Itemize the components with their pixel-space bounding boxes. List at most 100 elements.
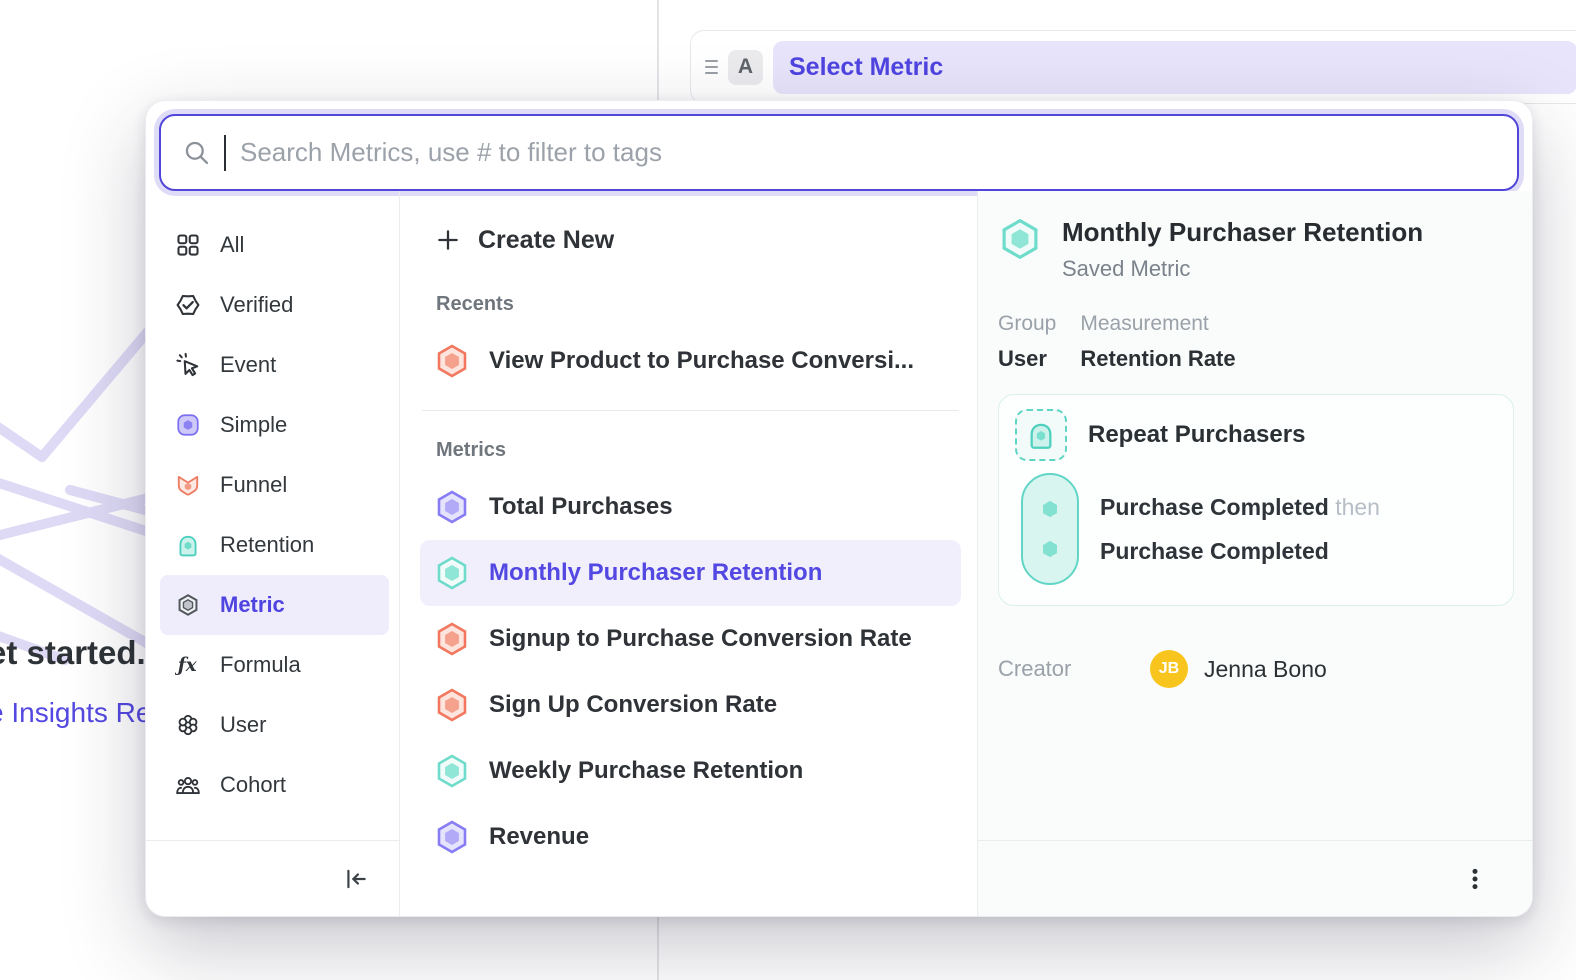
recents-section-header: Recents	[436, 293, 961, 316]
sidebar-item-label: Retention	[220, 532, 314, 558]
grid-icon	[175, 232, 201, 258]
cohort-icon	[175, 772, 201, 798]
search-input[interactable]	[240, 137, 1495, 168]
preview-footer	[978, 840, 1532, 916]
metric-item-label: Total Purchases	[489, 493, 673, 521]
creator-label: Creator	[998, 656, 1150, 682]
sidebar-item-label: User	[220, 712, 266, 738]
user-cluster-icon	[175, 712, 201, 738]
creator-row: Creator JB Jenna Bono	[998, 650, 1514, 688]
sidebar-item-label: Verified	[220, 292, 293, 318]
sidebar-item-label: Formula	[220, 652, 301, 678]
metric-item-label: Sign Up Conversion Rate	[489, 691, 777, 719]
recent-item[interactable]: View Product to Purchase Conversi...	[420, 328, 961, 394]
search-icon	[183, 139, 210, 166]
group-value: User	[998, 346, 1056, 372]
retention-hexagon-icon	[998, 217, 1042, 261]
sidebar-item-all[interactable]: All	[160, 215, 389, 275]
simple-metric-icon	[175, 412, 201, 438]
kebab-menu-icon[interactable]	[1458, 862, 1492, 896]
sidebar-item-retention[interactable]: Retention	[160, 515, 389, 575]
retention-hexagon-icon	[434, 555, 470, 591]
preview-subtitle: Saved Metric	[1062, 256, 1423, 282]
background-link-fragment[interactable]: e Insights Re	[0, 697, 151, 729]
step-capsule	[1021, 473, 1079, 585]
sidebar-item-user[interactable]: User	[160, 695, 389, 755]
funnel-hexagon-icon	[434, 687, 470, 723]
create-new-button[interactable]: Create New	[420, 215, 961, 265]
metric-item-monthly-purchaser-retention[interactable]: Monthly Purchaser Retention	[420, 540, 961, 606]
metric-item-label: Weekly Purchase Retention	[489, 757, 803, 785]
sidebar-item-label: All	[220, 232, 244, 258]
behavior-dashed-icon	[1015, 409, 1067, 461]
sidebar-item-funnel[interactable]: Funnel	[160, 455, 389, 515]
filter-sidebar-list: All Verified	[146, 191, 399, 840]
metric-item-label: Revenue	[489, 823, 589, 851]
sidebar-item-cohort[interactable]: Cohort	[160, 755, 389, 815]
sidebar-item-event[interactable]: Event	[160, 335, 389, 395]
query-row-card: A Select Metric	[690, 30, 1576, 104]
create-new-label: Create New	[478, 226, 614, 255]
simple-hexagon-icon	[434, 819, 470, 855]
creator-avatar: JB	[1150, 650, 1188, 688]
text-caret	[224, 135, 226, 171]
metric-list-column: Create New Recents View Product to Purch…	[400, 191, 978, 916]
step-2-event: Purchase Completed	[1100, 538, 1329, 564]
plus-icon	[435, 227, 461, 253]
metric-item-label: Monthly Purchaser Retention	[489, 559, 822, 587]
retention-hexagon-icon	[434, 753, 470, 789]
select-metric-label: Select Metric	[789, 53, 943, 82]
sidebar-item-label: Metric	[220, 592, 285, 618]
row-letter-badge: A	[728, 50, 763, 85]
step-1-event: Purchase Completed	[1100, 494, 1329, 520]
metrics-section-header: Metrics	[436, 439, 961, 462]
step-1-suffix: then	[1335, 494, 1380, 520]
filter-sidebar: All Verified	[146, 191, 400, 916]
sidebar-item-metric[interactable]: Metric	[160, 575, 389, 635]
measurement-label: Measurement	[1080, 312, 1235, 336]
creator-name: Jenna Bono	[1204, 656, 1327, 683]
measurement-field: Measurement Retention Rate	[1080, 312, 1235, 372]
metric-item-revenue[interactable]: Revenue	[420, 804, 961, 870]
metric-item-total-purchases[interactable]: Total Purchases	[420, 474, 961, 540]
event-hexagon-icon	[1035, 534, 1065, 564]
preview-title: Monthly Purchaser Retention	[1062, 217, 1423, 248]
list-divider	[422, 410, 959, 411]
funnel-hexagon-icon	[434, 621, 470, 657]
preview-header: Monthly Purchaser Retention Saved Metric	[998, 217, 1514, 282]
recent-item-label: View Product to Purchase Conversi...	[489, 347, 914, 375]
metric-hexagon-icon	[175, 592, 201, 618]
retention-arch-icon	[1025, 419, 1057, 451]
sidebar-item-simple[interactable]: Simple	[160, 395, 389, 455]
select-metric-pill[interactable]: Select Metric	[773, 41, 1576, 94]
group-field: Group User	[998, 312, 1056, 372]
funnel-icon	[175, 472, 201, 498]
metric-picker-modal: All Verified	[145, 100, 1533, 917]
metric-item-label: Signup to Purchase Conversion Rate	[489, 625, 912, 653]
step-2: Purchase Completed	[1100, 538, 1380, 565]
step-1: Purchase Completed then	[1100, 494, 1380, 521]
search-area	[146, 101, 1532, 191]
definition-card: Repeat Purchasers	[998, 394, 1514, 606]
sidebar-item-label: Event	[220, 352, 276, 378]
collapse-left-icon[interactable]	[339, 862, 373, 896]
sidebar-item-label: Simple	[220, 412, 287, 438]
verified-badge-icon	[175, 292, 201, 318]
measurement-value: Retention Rate	[1080, 346, 1235, 372]
metric-item-signup-to-purchase-conversion-rate[interactable]: Signup to Purchase Conversion Rate	[420, 606, 961, 672]
formula-icon: ƒx	[175, 652, 201, 678]
drag-handle-icon[interactable]	[703, 60, 718, 74]
event-hexagon-icon	[1035, 494, 1065, 524]
metric-item-weekly-purchase-retention[interactable]: Weekly Purchase Retention	[420, 738, 961, 804]
sidebar-item-verified[interactable]: Verified	[160, 275, 389, 335]
search-box[interactable]	[159, 114, 1519, 191]
cursor-click-icon	[175, 352, 201, 378]
step-lines: Purchase Completed then Purchase Complet…	[1100, 494, 1380, 565]
sidebar-item-label: Cohort	[220, 772, 286, 798]
metric-preview-panel: Monthly Purchaser Retention Saved Metric…	[978, 191, 1532, 916]
definition-header: Repeat Purchasers	[1015, 409, 1497, 461]
funnel-hexagon-icon	[434, 343, 470, 379]
metric-item-sign-up-conversion-rate[interactable]: Sign Up Conversion Rate	[420, 672, 961, 738]
background-heading-fragment: et started.	[0, 634, 146, 672]
sidebar-item-formula[interactable]: ƒx Formula	[160, 635, 389, 695]
